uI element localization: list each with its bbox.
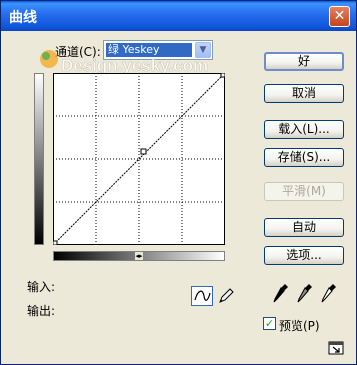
close-icon: ✕ — [333, 8, 346, 24]
check-icon: ✓ — [264, 317, 275, 330]
channel-label: 通道(C): — [55, 45, 101, 59]
pencil-icon[interactable] — [216, 286, 238, 306]
close-button[interactable]: ✕ — [329, 6, 350, 27]
window-title: 曲线 — [9, 10, 37, 26]
channel-value: 绿 Yeskey — [106, 43, 192, 57]
gradient-toggle-icon[interactable]: ◂▸ — [135, 252, 143, 260]
title-bar[interactable]: 曲线 ✕ — [1, 1, 356, 31]
output-gradient-bar — [34, 73, 44, 245]
expand-icon[interactable] — [328, 341, 344, 355]
ok-button[interactable]: 好 — [264, 52, 344, 71]
curve-point-start — [53, 240, 58, 245]
save-button[interactable]: 存储(S)... — [264, 148, 344, 167]
curve-graph[interactable] — [53, 73, 225, 245]
input-gradient-bar: ◂▸ — [53, 251, 225, 261]
curve-point-mid — [140, 148, 147, 155]
curves-dialog: 曲线 ✕ 通道(C): 绿 Yeskey ▼ Design.yesky.com … — [0, 0, 357, 365]
auto-button[interactable]: 自动 — [264, 218, 344, 237]
black-eyedropper-icon[interactable] — [273, 282, 289, 304]
options-button[interactable]: 选项... — [264, 246, 344, 265]
input-label: 输入: — [27, 280, 56, 294]
chevron-down-icon[interactable]: ▼ — [195, 42, 211, 58]
preview-checkbox[interactable]: ✓ — [263, 317, 276, 330]
smooth-button[interactable]: 平滑(M) — [264, 182, 344, 201]
gray-eyedropper-icon[interactable] — [297, 282, 313, 304]
curve-point-icon[interactable] — [191, 286, 213, 306]
output-label: 输出: — [27, 304, 56, 318]
cancel-button[interactable]: 取消 — [264, 84, 344, 103]
load-button[interactable]: 载入(L)... — [264, 120, 344, 139]
white-eyedropper-icon[interactable] — [321, 282, 337, 304]
channel-select[interactable]: 绿 Yeskey ▼ — [103, 40, 213, 60]
curve-point-end — [220, 73, 225, 78]
preview-label[interactable]: 预览(P) — [279, 317, 320, 334]
